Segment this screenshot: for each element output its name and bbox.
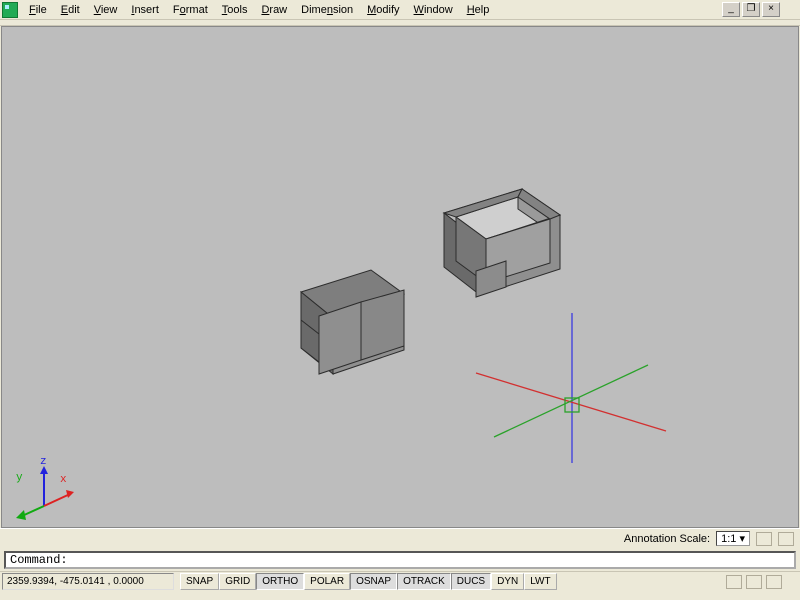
menu-modify[interactable]: Modify [360,2,406,17]
status-model-icon[interactable] [726,575,742,589]
ucs-indicator: z x y [14,460,79,515]
toggle-otrack[interactable]: OTRACK [397,573,451,590]
cursor-coordinates: 2359.9394, -475.0141 , 0.0000 [2,573,174,590]
menu-format[interactable]: Format [166,2,215,17]
status-toggles: SNAP GRID ORTHO POLAR OSNAP OTRACK DUCS … [180,573,557,590]
toggle-polar[interactable]: POLAR [304,573,350,590]
status-clean-icon[interactable] [766,575,782,589]
annotation-scale-selector[interactable]: 1:1 ▾ [716,531,750,546]
solid-box-object[interactable] [279,268,399,383]
toggle-osnap[interactable]: OSNAP [350,573,397,590]
command-input[interactable] [4,551,796,569]
toggle-grid[interactable]: GRID [219,573,256,590]
ucs-z-label: z [40,456,47,468]
menu-file[interactable]: File [22,2,54,17]
status-toolbar-icon[interactable] [746,575,762,589]
minimize-button[interactable]: _ [722,2,740,17]
menu-view[interactable]: View [87,2,125,17]
menu-dimension[interactable]: Dimension [294,2,360,17]
annotation-visibility-icon[interactable] [756,532,772,546]
toggle-ducs[interactable]: DUCS [451,573,491,590]
restore-button[interactable]: ❐ [742,2,760,17]
menu-window[interactable]: Window [407,2,460,17]
ucs-x-label: x [60,474,67,486]
app-icon [2,2,18,18]
toggle-ortho[interactable]: ORTHO [256,573,304,590]
close-button[interactable]: × [762,2,780,17]
menu-tools[interactable]: Tools [215,2,255,17]
toggle-snap[interactable]: SNAP [180,573,219,590]
command-line-panel [0,548,800,571]
ucs-y-label: y [16,472,23,484]
toggle-lwt[interactable]: LWT [524,573,556,590]
menu-edit[interactable]: Edit [54,2,87,17]
menu-insert[interactable]: Insert [124,2,166,17]
open-box-object[interactable] [422,187,572,302]
status-bar: 2359.9394, -475.0141 , 0.0000 SNAP GRID … [0,571,800,591]
3d-cursor [476,313,666,463]
annotation-autoscale-icon[interactable] [778,532,794,546]
annotation-scale-bar: Annotation Scale: 1:1 ▾ [0,528,800,548]
menu-draw[interactable]: Draw [254,2,294,17]
menu-help[interactable]: Help [460,2,497,17]
drawing-viewport[interactable]: z x y [1,26,799,528]
toggle-dyn[interactable]: DYN [491,573,524,590]
menu-bar: File Edit View Insert Format Tools Draw … [0,0,800,20]
annotation-scale-label: Annotation Scale: [624,533,710,545]
